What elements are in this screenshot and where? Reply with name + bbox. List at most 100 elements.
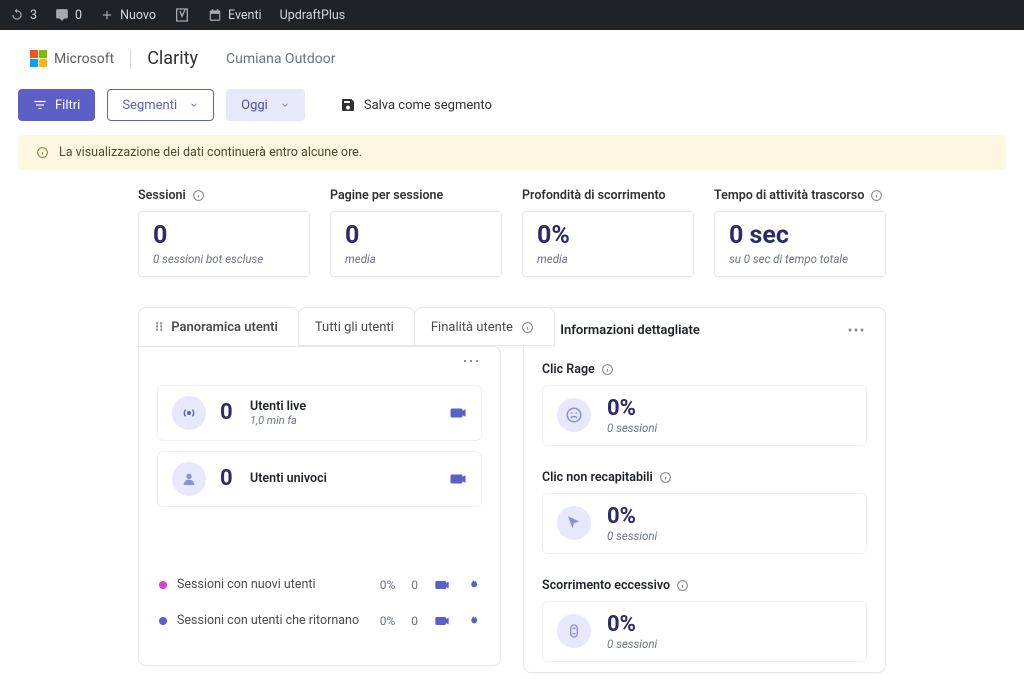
legend-new-users: Sessioni con nuovi utenti 0% 0 — [157, 567, 482, 603]
tab-all-users[interactable]: Tutti gli utenti — [298, 307, 415, 346]
notice-text: La visualizzazione dei dati continuerà e… — [59, 145, 362, 160]
processing-notice: La visualizzazione dei dati continuerà e… — [18, 135, 1006, 170]
fire-icon[interactable] — [466, 614, 480, 628]
plus-icon — [100, 8, 114, 22]
legend-pct: 0% — [380, 614, 396, 628]
calendar-icon — [208, 8, 222, 22]
dashboard-content: Sessioni 0 0 sessioni bot escluse Pagine… — [0, 188, 1024, 673]
scroll-icon — [557, 614, 591, 648]
insight-card[interactable]: 0% 0 sessioni — [542, 385, 867, 446]
camera-icon[interactable] — [449, 470, 467, 488]
tab-label: Tutti gli utenti — [315, 320, 394, 335]
wp-updraft[interactable]: UpdraftPlus — [280, 8, 346, 23]
segments-label: Segmenti — [122, 98, 177, 113]
users-panel-body: ⋯ 0 Utenti live 1,0 min fa — [138, 346, 501, 666]
insight-label: Clic Rage — [542, 362, 595, 377]
info-icon[interactable] — [192, 189, 205, 202]
legend-n: 0 — [411, 578, 418, 592]
unique-label: Utenti univoci — [250, 471, 327, 486]
insight-value: 0% — [607, 396, 657, 421]
insight-card[interactable]: 0% 0 sessioni — [542, 601, 867, 662]
info-icon[interactable] — [601, 363, 614, 376]
insight-rage-clicks: Clic Rage 0% 0 sessioni — [524, 348, 885, 456]
chevron-down-icon — [189, 100, 199, 110]
product-name: Clarity — [147, 48, 198, 69]
tab-overview[interactable]: ⁝⁝ Panoramica utenti — [138, 307, 299, 346]
broadcast-icon — [172, 396, 206, 430]
tab-label: Panoramica utenti — [171, 320, 278, 335]
legend-pct: 0% — [380, 578, 396, 592]
metric-label: Profondità di scorrimento — [522, 188, 666, 203]
info-icon[interactable] — [870, 189, 883, 202]
live-label: Utenti live — [250, 399, 306, 414]
users-panel: ⁝⁝ Panoramica utenti Tutti gli utenti Fi… — [138, 307, 501, 666]
wp-comments[interactable]: 0 — [55, 8, 82, 23]
legend-dot — [159, 617, 167, 625]
yoast-icon — [174, 7, 190, 23]
wp-new-label: Nuovo — [120, 8, 156, 23]
segments-button[interactable]: Segmenti — [107, 89, 214, 121]
date-range-button[interactable]: Oggi — [226, 89, 305, 121]
wp-new[interactable]: Nuovo — [100, 8, 156, 23]
unique-users-row: 0 Utenti univoci — [157, 451, 482, 507]
ms-logo-icon — [30, 50, 47, 67]
insights-panel: ⁝⁝ Informazioni dettagliate ⋯ Clic Rage … — [523, 307, 886, 673]
cursor-icon — [557, 506, 591, 540]
wp-updates[interactable]: 3 — [10, 8, 37, 23]
metric-sessions: Sessioni 0 0 sessioni bot escluse — [138, 188, 310, 277]
tab-user-intent[interactable]: Finalità utente — [414, 307, 555, 346]
divider — [130, 49, 131, 69]
metric-card[interactable]: 0 media — [330, 211, 502, 277]
insight-value: 0% — [607, 504, 657, 529]
metric-sub: media — [537, 252, 679, 266]
metric-card[interactable]: 0 0 sessioni bot escluse — [138, 211, 310, 277]
save-icon — [340, 97, 356, 113]
filter-icon — [33, 98, 47, 112]
wp-yoast[interactable] — [174, 7, 190, 23]
metric-scroll-depth: Profondità di scorrimento 0% media — [522, 188, 694, 277]
grip-icon: ⁝⁝ — [155, 320, 163, 335]
insight-excessive-scroll: Scorrimento eccessivo 0% 0 sessioni — [524, 564, 885, 672]
insight-label: Scorrimento eccessivo — [542, 578, 670, 593]
metric-active-time: Tempo di attività trascorso 0 sec su 0 s… — [714, 188, 886, 277]
insight-dead-clicks: Clic non recapitabili 0% 0 sessioni — [524, 456, 885, 564]
live-users-row: 0 Utenti live 1,0 min fa — [157, 385, 482, 441]
insight-sub: 0 sessioni — [607, 421, 657, 435]
ms-label: Microsoft — [54, 51, 114, 67]
filters-button[interactable]: Filtri — [18, 89, 95, 121]
legend-n: 0 — [411, 614, 418, 628]
camera-icon[interactable] — [434, 613, 450, 629]
live-sub: 1,0 min fa — [250, 414, 306, 427]
wp-events[interactable]: Eventi — [208, 8, 262, 23]
metrics-row: Sessioni 0 0 sessioni bot escluse Pagine… — [138, 188, 886, 277]
fire-icon[interactable] — [466, 578, 480, 592]
wp-comments-count: 0 — [75, 8, 82, 23]
info-icon[interactable] — [676, 579, 689, 592]
more-menu[interactable]: ⋯ — [462, 353, 482, 371]
legend-dot — [159, 581, 167, 589]
save-segment-button[interactable]: Salva come segmento — [325, 89, 507, 121]
metric-sub: su 0 sec di tempo totale — [729, 252, 871, 266]
project-name[interactable]: Cumiana Outdoor — [226, 51, 335, 67]
users-tabs: ⁝⁝ Panoramica utenti Tutti gli utenti Fi… — [138, 307, 501, 346]
legend-returning-users: Sessioni con utenti che ritornano 0% 0 — [157, 603, 482, 639]
live-count: 0 — [220, 400, 236, 425]
legend-label: Sessioni con nuovi utenti — [177, 577, 316, 592]
insights-title: Informazioni dettagliate — [560, 323, 700, 338]
info-icon — [36, 146, 49, 159]
info-icon[interactable] — [659, 471, 672, 484]
metric-value: 0 sec — [729, 222, 871, 250]
insight-label: Clic non recapitabili — [542, 470, 653, 485]
insight-card[interactable]: 0% 0 sessioni — [542, 493, 867, 554]
more-menu[interactable]: ⋯ — [847, 322, 867, 340]
wp-admin-bar: 3 0 Nuovo Eventi UpdraftPlus — [0, 0, 1024, 30]
metric-card[interactable]: 0% media — [522, 211, 694, 277]
clarity-header: Microsoft Clarity Cumiana Outdoor — [0, 30, 1024, 75]
metric-value: 0% — [537, 222, 679, 250]
camera-icon[interactable] — [449, 404, 467, 422]
user-icon — [172, 462, 206, 496]
metric-value: 0 — [153, 222, 295, 250]
metric-card[interactable]: 0 sec su 0 sec di tempo totale — [714, 211, 886, 277]
metric-label: Sessioni — [138, 188, 186, 203]
camera-icon[interactable] — [434, 577, 450, 593]
